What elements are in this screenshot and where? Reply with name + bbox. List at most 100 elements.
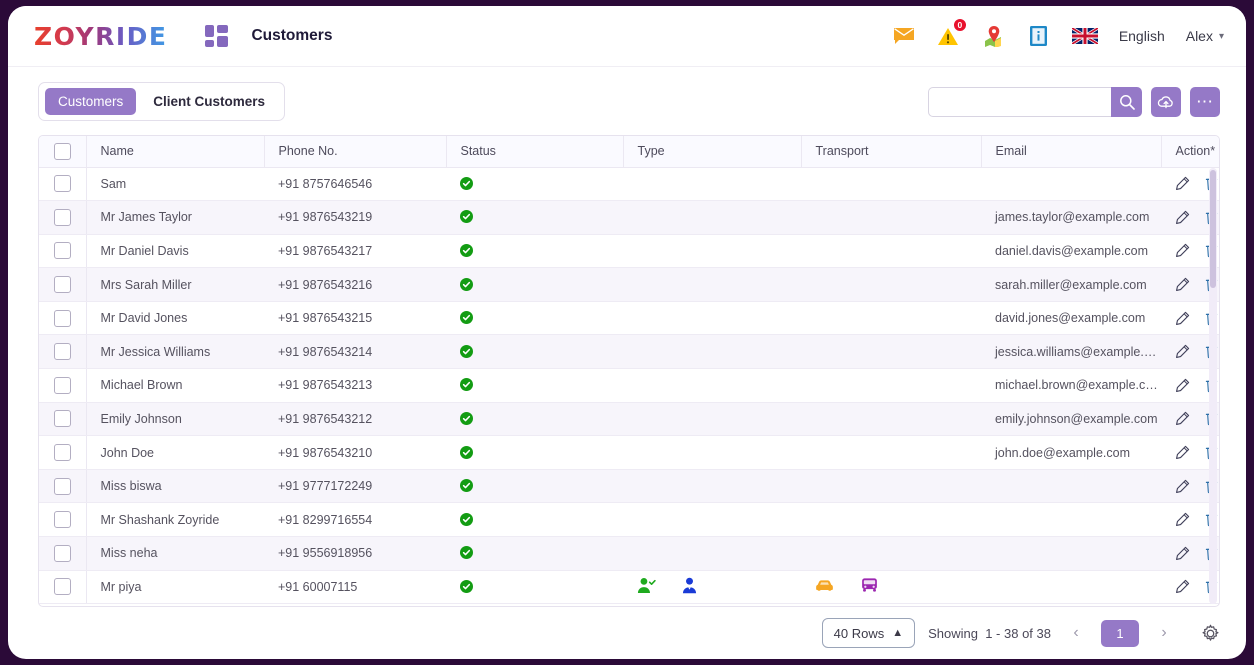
table-row[interactable]: Emily Johnson +91 9876543212 emily.johnson… (39, 402, 1219, 437)
row-select-cell (39, 234, 87, 269)
edit-pencil-icon[interactable] (1175, 378, 1190, 393)
cell-type (623, 267, 801, 302)
row-select-cell (39, 267, 87, 302)
table-row[interactable]: Mr James Taylor +91 9876543219 james.taylo… (39, 200, 1219, 235)
edit-pencil-icon[interactable] (1175, 445, 1190, 460)
tab-client-customers[interactable]: Client Customers (140, 88, 278, 115)
prev-page-button[interactable]: ‹ (1064, 619, 1088, 647)
table-scrollbar-thumb[interactable] (1210, 170, 1216, 288)
cell-email: sarah.miller@example.com (981, 267, 1161, 302)
table-row[interactable]: Mr Jessica Williams +91 9876543214 jessica… (39, 334, 1219, 370)
table-row[interactable]: Sam +91 8757646546 (39, 167, 1219, 202)
status-active-icon (460, 344, 473, 358)
edit-pencil-icon[interactable] (1175, 243, 1190, 258)
rows-per-page-select[interactable]: 40 Rows ▲ (821, 618, 916, 648)
cell-status (446, 167, 623, 202)
row-checkbox[interactable] (53, 578, 71, 596)
row-select-cell (39, 502, 87, 538)
row-checkbox[interactable] (53, 175, 71, 193)
column-header-type[interactable]: Type (623, 136, 802, 168)
cloud-upload-button[interactable] (1151, 86, 1181, 117)
uk-flag-icon[interactable] (1071, 28, 1098, 44)
edit-pencil-icon[interactable] (1175, 277, 1190, 292)
edit-pencil-icon[interactable] (1175, 546, 1190, 561)
settings-gear-icon[interactable] (1201, 624, 1220, 643)
table-scrollbar[interactable] (1209, 168, 1217, 604)
column-header-transport[interactable]: Transport (801, 136, 982, 168)
edit-pencil-icon[interactable] (1175, 579, 1190, 594)
column-header-name[interactable]: Name (86, 136, 265, 168)
cell-status (446, 200, 623, 235)
row-checkbox[interactable] (53, 376, 71, 394)
brand-logo[interactable]: ZOYRIDE (34, 22, 167, 51)
top-bar: ZOYRIDE Customers 0 English Alex ▾ (8, 6, 1246, 67)
table-row[interactable]: John Doe +91 9876543210 john.doe@example.c… (39, 435, 1219, 470)
cell-type (623, 301, 801, 336)
row-checkbox[interactable] (53, 477, 71, 495)
user-menu[interactable]: Alex ▾ (1186, 28, 1224, 44)
edit-pencil-icon[interactable] (1175, 311, 1190, 326)
cell-email: james.taylor@example.com (981, 200, 1161, 235)
table-row[interactable]: Michael Brown +91 9876543213 michael.brown… (39, 368, 1219, 403)
table-row[interactable]: Miss biswa +91 9777172249 (39, 469, 1219, 504)
grid-apps-icon[interactable] (205, 25, 229, 47)
alerts-icon[interactable]: 0 (937, 18, 967, 48)
search-input[interactable] (928, 86, 1111, 117)
page-number-1[interactable]: 1 (1101, 619, 1139, 647)
edit-pencil-icon[interactable] (1175, 512, 1190, 527)
cell-status (446, 234, 623, 269)
showing-range: 1 - 38 of 38 (985, 625, 1051, 641)
map-icon[interactable] (982, 24, 1006, 48)
row-checkbox[interactable] (53, 544, 71, 562)
next-page-button[interactable]: › (1152, 619, 1176, 647)
cell-email (981, 167, 1161, 202)
column-header-action[interactable]: Action* (1161, 136, 1219, 168)
top-bar-actions: 0 English Alex ▾ (892, 18, 1224, 48)
cell-type (623, 334, 801, 370)
cell-email: michael.brown@example.com (981, 368, 1161, 403)
row-checkbox[interactable] (53, 511, 71, 529)
column-header-status[interactable]: Status (446, 136, 624, 168)
status-active-icon (460, 243, 473, 257)
row-checkbox[interactable] (53, 410, 71, 428)
table-row[interactable]: Mr Daniel Davis +91 9876543217 daniel.davi… (39, 234, 1219, 269)
edit-pencil-icon[interactable] (1175, 210, 1190, 225)
row-checkbox[interactable] (53, 343, 71, 361)
cell-name: Mrs Sarah Miller (86, 267, 264, 302)
tab-group: Customers Client Customers (38, 82, 286, 121)
row-select-cell (39, 334, 87, 370)
search-button[interactable] (1111, 86, 1142, 117)
toolbar-actions: ⋯ (928, 86, 1220, 117)
more-options-button[interactable]: ⋯ (1190, 86, 1220, 117)
status-active-icon (460, 378, 473, 392)
column-header-phone[interactable]: Phone No. (264, 136, 447, 168)
table-row[interactable]: Mr Shashank Zoyride +91 8299716554 (39, 502, 1219, 538)
row-checkbox[interactable] (53, 242, 71, 260)
row-checkbox[interactable] (53, 276, 71, 294)
cell-name: Mr James Taylor (86, 200, 264, 235)
edit-pencil-icon[interactable] (1175, 411, 1190, 426)
tab-customers[interactable]: Customers (45, 88, 137, 115)
status-active-icon (460, 512, 473, 526)
table-row[interactable]: Miss neha +91 9556918956 (39, 536, 1219, 571)
edit-pencil-icon[interactable] (1175, 479, 1190, 494)
column-header-email[interactable]: Email (981, 136, 1162, 168)
row-checkbox[interactable] (53, 309, 71, 327)
bus-icon (861, 577, 878, 596)
edit-pencil-icon[interactable] (1175, 344, 1190, 359)
table-row[interactable]: Mrs Sarah Miller +91 9876543216 sarah.mill… (39, 267, 1219, 302)
table-row[interactable]: Mr piya +91 60007115 (39, 570, 1219, 605)
select-all-checkbox[interactable] (53, 142, 71, 160)
language-label[interactable]: English (1119, 28, 1165, 44)
table-row[interactable]: Mr David Jones +91 9876543215 david.jones@… (39, 301, 1219, 336)
status-active-icon (460, 479, 473, 493)
cell-name: Mr piya (86, 570, 264, 605)
row-checkbox[interactable] (53, 208, 71, 226)
messages-icon[interactable] (892, 24, 916, 48)
row-select-cell (39, 469, 87, 504)
row-checkbox[interactable] (53, 444, 71, 462)
edit-pencil-icon[interactable] (1175, 176, 1190, 191)
row-select-cell (39, 435, 87, 470)
info-icon[interactable] (1027, 24, 1051, 48)
cell-transport (801, 334, 981, 370)
